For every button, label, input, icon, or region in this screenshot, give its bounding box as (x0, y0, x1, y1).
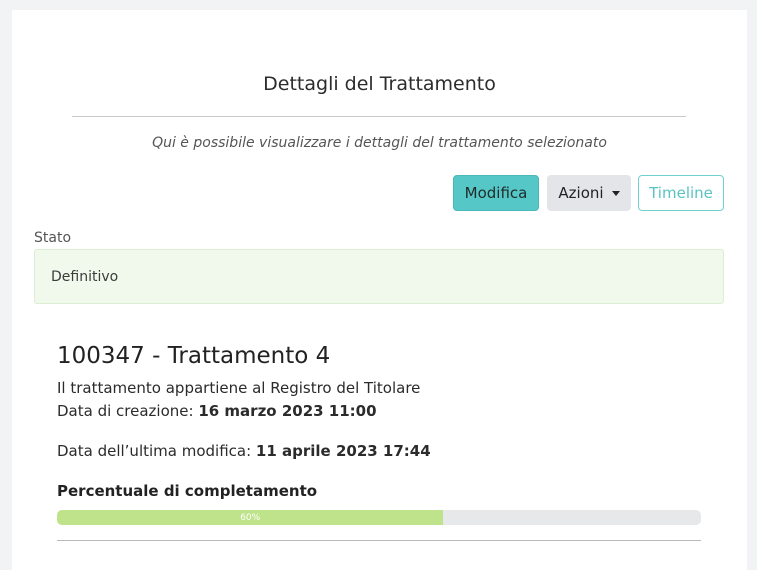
creation-date: Data di creazione: 16 marzo 2023 11:00 (57, 402, 377, 420)
edit-button[interactable]: Modifica (453, 175, 539, 211)
actions-button-label: Azioni (558, 184, 604, 202)
state-value: Definitivo (51, 268, 119, 285)
edit-button-label: Modifica (464, 184, 528, 202)
progress-text: 60% (240, 512, 261, 523)
bottom-divider (57, 540, 701, 541)
page-subtitle: Qui è possibile visualizzare i dettagli … (152, 135, 607, 151)
last-modified-label: Data dell’ultima modifica: (57, 442, 256, 460)
progress-fill: 60% (57, 510, 444, 525)
timeline-button[interactable]: Timeline (638, 175, 724, 211)
page-title: Dettagli del Trattamento (263, 73, 496, 95)
timeline-button-label: Timeline (649, 184, 713, 202)
actions-dropdown-button[interactable]: Azioni (547, 175, 631, 211)
caret-down-icon (611, 190, 620, 196)
record-title: 100347 - Trattamento 4 (57, 343, 331, 369)
details-card: Dettagli del Trattamento Qui è possibile… (12, 10, 747, 570)
progress-label: Percentuale di completamento (57, 482, 318, 500)
state-label: Stato (34, 230, 72, 246)
title-divider (72, 116, 686, 117)
state-alert: Definitivo (34, 249, 724, 304)
creation-date-label: Data di creazione: (57, 402, 199, 420)
last-modified-value: 11 aprile 2023 17:44 (255, 442, 431, 460)
registry-text: Il trattamento appartiene al Registro de… (57, 379, 421, 397)
progress-bar: 60% (57, 510, 701, 525)
creation-date-value: 16 marzo 2023 11:00 (198, 402, 377, 420)
last-modified-date: Data dell’ultima modifica: 11 aprile 202… (57, 442, 431, 460)
